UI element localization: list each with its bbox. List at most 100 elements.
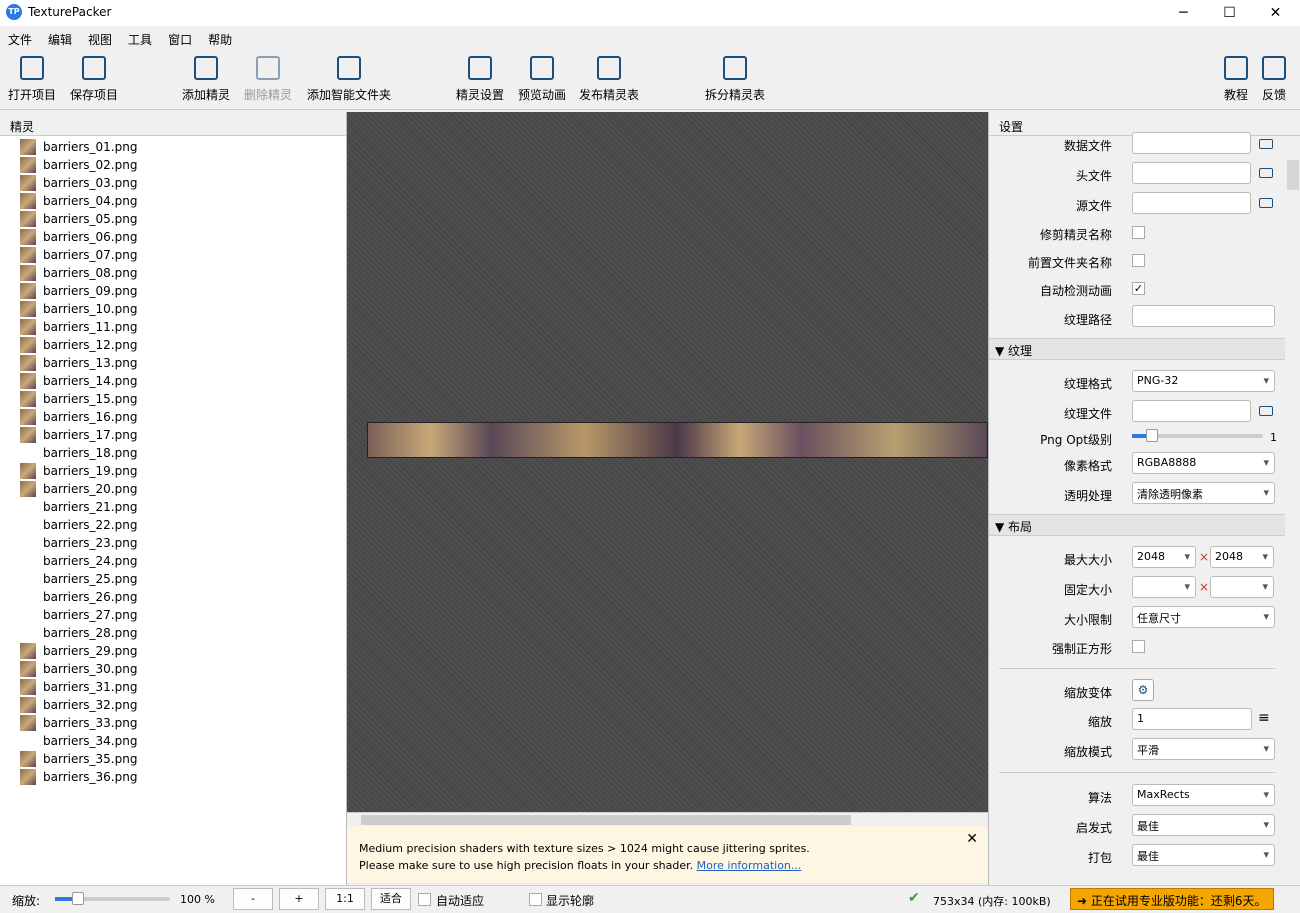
add-smart-folder-button[interactable]: 添加智能文件夹: [307, 56, 391, 103]
split-sheet-button[interactable]: 拆分精灵表: [705, 56, 765, 103]
layout-section[interactable]: ▼ 布局: [989, 514, 1285, 536]
scroll-thumb[interactable]: [1287, 160, 1299, 190]
menu-tools[interactable]: 工具: [120, 28, 160, 48]
header-file-input[interactable]: [1132, 162, 1251, 184]
sprite-list-item[interactable]: barriers_03.png: [20, 174, 137, 192]
vertical-scrollbar[interactable]: [1285, 138, 1300, 885]
texture-format-select[interactable]: PNG-32: [1132, 370, 1275, 392]
sprite-list-item[interactable]: barriers_16.png: [20, 408, 137, 426]
max-height-select[interactable]: 2048: [1210, 546, 1274, 568]
sprite-list-item[interactable]: barriers_20.png: [20, 480, 137, 498]
fit-button[interactable]: 适合: [371, 888, 411, 910]
close-button[interactable]: ✕: [1253, 0, 1298, 26]
sprite-list-item[interactable]: barriers_28.png: [20, 624, 137, 642]
menu-view[interactable]: 视图: [80, 28, 120, 48]
heuristic-select[interactable]: 最佳: [1132, 814, 1275, 836]
prepend-folder-checkbox[interactable]: [1132, 254, 1145, 267]
sprite-list-item[interactable]: barriers_12.png: [20, 336, 137, 354]
horizontal-scrollbar[interactable]: [347, 812, 988, 826]
fixed-height-select[interactable]: [1210, 576, 1274, 598]
sprite-list-item[interactable]: barriers_18.png: [20, 444, 137, 462]
show-outline-checkbox[interactable]: [529, 893, 542, 906]
png-opt-slider[interactable]: [1132, 429, 1263, 442]
texture-path-input[interactable]: [1132, 305, 1275, 327]
sprite-list-item[interactable]: barriers_30.png: [20, 660, 137, 678]
menu-help[interactable]: 帮助: [200, 28, 240, 48]
sprite-list-item[interactable]: barriers_23.png: [20, 534, 137, 552]
menu-window[interactable]: 窗口: [160, 28, 200, 48]
slider-handle[interactable]: [72, 892, 84, 905]
data-file-input[interactable]: [1132, 132, 1251, 154]
sprite-sheet-preview[interactable]: [367, 422, 988, 458]
sprite-list-item[interactable]: barriers_06.png: [20, 228, 137, 246]
texture-file-input[interactable]: [1132, 400, 1251, 422]
sprite-settings-button[interactable]: 精灵设置: [456, 56, 504, 103]
sprite-list-item[interactable]: barriers_02.png: [20, 156, 137, 174]
gear-icon[interactable]: ⚙: [1132, 679, 1154, 701]
trim-names-checkbox[interactable]: [1132, 226, 1145, 239]
folder-icon[interactable]: [1259, 198, 1273, 208]
slider-handle[interactable]: [1146, 429, 1158, 442]
source-file-input[interactable]: [1132, 192, 1251, 214]
scale-mode-select[interactable]: 平滑: [1132, 738, 1275, 760]
pixel-format-select[interactable]: RGBA8888: [1132, 452, 1275, 474]
remove-sprite-button[interactable]: 删除精灵: [244, 56, 292, 103]
sprite-list-item[interactable]: barriers_32.png: [20, 696, 137, 714]
sprite-list-item[interactable]: barriers_11.png: [20, 318, 137, 336]
scale-input[interactable]: 1: [1132, 708, 1252, 730]
zoom-in-button[interactable]: +: [279, 888, 319, 910]
sprite-list-item[interactable]: barriers_22.png: [20, 516, 137, 534]
sprite-list-item[interactable]: barriers_35.png: [20, 750, 137, 768]
folder-icon[interactable]: [1259, 139, 1273, 149]
folder-icon[interactable]: [1259, 406, 1273, 416]
sprite-list-item[interactable]: barriers_05.png: [20, 210, 137, 228]
sprite-list-item[interactable]: barriers_34.png: [20, 732, 137, 750]
sprite-list-item[interactable]: barriers_26.png: [20, 588, 137, 606]
texture-section[interactable]: ▼ 纹理: [989, 338, 1285, 360]
sprite-list-item[interactable]: barriers_14.png: [20, 372, 137, 390]
minimize-button[interactable]: ─: [1161, 0, 1206, 26]
max-width-select[interactable]: 2048: [1132, 546, 1196, 568]
sprite-list-item[interactable]: barriers_21.png: [20, 498, 137, 516]
pro-trial-button[interactable]: ➜ 正在试用专业版功能：还剩6天。: [1070, 888, 1274, 910]
maximize-button[interactable]: ☐: [1207, 0, 1252, 26]
fixed-width-select[interactable]: [1132, 576, 1196, 598]
alpha-select[interactable]: 清除透明像素: [1132, 482, 1275, 504]
sprite-list-item[interactable]: barriers_33.png: [20, 714, 137, 732]
sprite-list-item[interactable]: barriers_08.png: [20, 264, 137, 282]
sprite-list-item[interactable]: barriers_15.png: [20, 390, 137, 408]
size-constraint-select[interactable]: 任意尺寸: [1132, 606, 1275, 628]
sprite-list-item[interactable]: barriers_24.png: [20, 552, 137, 570]
preview-animation-button[interactable]: 预览动画: [518, 56, 566, 103]
add-sprite-button[interactable]: 添加精灵: [182, 56, 230, 103]
auto-fit-checkbox[interactable]: [418, 893, 431, 906]
sprite-list-item[interactable]: barriers_17.png: [20, 426, 137, 444]
open-project-button[interactable]: 打开项目: [8, 56, 56, 103]
menu-edit[interactable]: 编辑: [40, 28, 80, 48]
save-project-button[interactable]: 保存项目: [70, 56, 118, 103]
algorithm-select[interactable]: MaxRects: [1132, 784, 1275, 806]
sprite-list-item[interactable]: barriers_07.png: [20, 246, 137, 264]
menu-icon[interactable]: ≡: [1258, 710, 1270, 726]
zoom-1-1-button[interactable]: 1:1: [325, 888, 365, 910]
zoom-out-button[interactable]: -: [233, 888, 273, 910]
canvas[interactable]: [347, 112, 988, 812]
sprite-list-item[interactable]: barriers_13.png: [20, 354, 137, 372]
sprite-list-item[interactable]: barriers_10.png: [20, 300, 137, 318]
sprite-list-item[interactable]: barriers_19.png: [20, 462, 137, 480]
close-warning-button[interactable]: ✕: [966, 831, 978, 848]
folder-icon[interactable]: [1259, 168, 1273, 178]
feedback-button[interactable]: 反馈: [1262, 56, 1286, 103]
sprite-list-item[interactable]: barriers_36.png: [20, 768, 137, 786]
zoom-slider[interactable]: [55, 892, 170, 905]
pack-select[interactable]: 最佳: [1132, 844, 1275, 866]
auto-detect-checkbox[interactable]: ✓: [1132, 282, 1145, 295]
force-square-checkbox[interactable]: [1132, 640, 1145, 653]
sprite-list-item[interactable]: barriers_09.png: [20, 282, 137, 300]
sprite-list-item[interactable]: barriers_29.png: [20, 642, 137, 660]
more-info-link[interactable]: More information...: [697, 859, 802, 872]
sprite-list-item[interactable]: barriers_31.png: [20, 678, 137, 696]
tutorial-button[interactable]: 教程: [1224, 56, 1248, 103]
menu-file[interactable]: 文件: [0, 28, 40, 48]
sprite-list-item[interactable]: barriers_25.png: [20, 570, 137, 588]
